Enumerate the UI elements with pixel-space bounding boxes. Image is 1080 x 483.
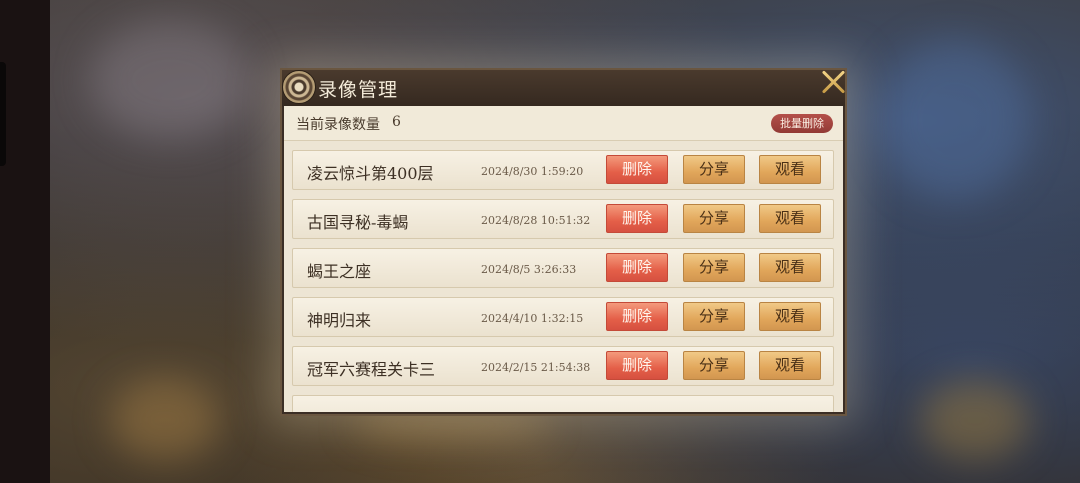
share-button[interactable]: 分享 <box>683 253 745 282</box>
recording-name: 凌云惊斗第400层 <box>307 164 434 183</box>
dialog-body: 当前录像数量 6 批量删除 凌云惊斗第400层 2024/8/30 1:59:2… <box>284 106 843 412</box>
recording-date: 2024/8/28 10:51:32 <box>481 214 591 227</box>
recording-row: 冠军六赛程关卡三 2024/2/15 21:54:38 删除 分享 观看 <box>292 346 834 386</box>
background-blur <box>880 40 1030 200</box>
delete-button[interactable]: 删除 <box>606 155 668 184</box>
recording-name: 冠军六赛程关卡三 <box>307 360 436 379</box>
recording-name: 蝎王之座 <box>307 262 372 281</box>
close-icon[interactable] <box>818 66 850 98</box>
recording-row: 凌云惊斗第400层 2024/8/30 1:59:20 删除 分享 观看 <box>292 150 834 190</box>
recording-name: 古国寻秘-毒蝎 <box>307 213 409 232</box>
recording-manager-dialog: 录像管理 当前录像数量 6 批量删除 凌云惊斗第400层 2024/8/30 1… <box>280 68 847 416</box>
share-button[interactable]: 分享 <box>683 351 745 380</box>
background-blur <box>90 20 250 140</box>
batch-delete-button[interactable]: 批量删除 <box>771 114 833 133</box>
recording-date: 2024/4/10 1:32:15 <box>481 312 584 325</box>
watch-button[interactable]: 观看 <box>759 253 821 282</box>
recording-row: 古国寻秘-毒蝎 2024/8/28 10:51:32 删除 分享 观看 <box>292 199 834 239</box>
delete-button[interactable]: 删除 <box>606 204 668 233</box>
dialog-title: 录像管理 <box>318 79 399 101</box>
background-blur <box>920 380 1030 460</box>
share-button[interactable]: 分享 <box>683 302 745 331</box>
watch-button[interactable]: 观看 <box>759 155 821 184</box>
dialog-header: 录像管理 <box>282 70 845 106</box>
background-blur <box>110 380 220 460</box>
recording-date: 2024/2/15 21:54:38 <box>481 361 591 374</box>
share-button[interactable]: 分享 <box>683 204 745 233</box>
watch-button[interactable]: 观看 <box>759 204 821 233</box>
camera-notch <box>0 62 6 166</box>
recording-count-value: 6 <box>392 114 401 130</box>
watch-button[interactable]: 观看 <box>759 351 821 380</box>
recording-date: 2024/8/5 3:26:33 <box>481 263 577 276</box>
emblem-icon <box>282 70 316 104</box>
recording-row-partial <box>292 395 834 412</box>
delete-button[interactable]: 删除 <box>606 351 668 380</box>
watch-button[interactable]: 观看 <box>759 302 821 331</box>
delete-button[interactable]: 删除 <box>606 302 668 331</box>
delete-button[interactable]: 删除 <box>606 253 668 282</box>
recording-row: 蝎王之座 2024/8/5 3:26:33 删除 分享 观看 <box>292 248 834 288</box>
screen-left-edge <box>0 0 50 483</box>
recording-count-label: 当前录像数量 <box>296 117 380 133</box>
recording-count-bar: 当前录像数量 6 批量删除 <box>284 106 843 141</box>
share-button[interactable]: 分享 <box>683 155 745 184</box>
recording-row: 神明归来 2024/4/10 1:32:15 删除 分享 观看 <box>292 297 834 337</box>
recording-name: 神明归来 <box>307 311 372 330</box>
recording-date: 2024/8/30 1:59:20 <box>481 165 584 178</box>
